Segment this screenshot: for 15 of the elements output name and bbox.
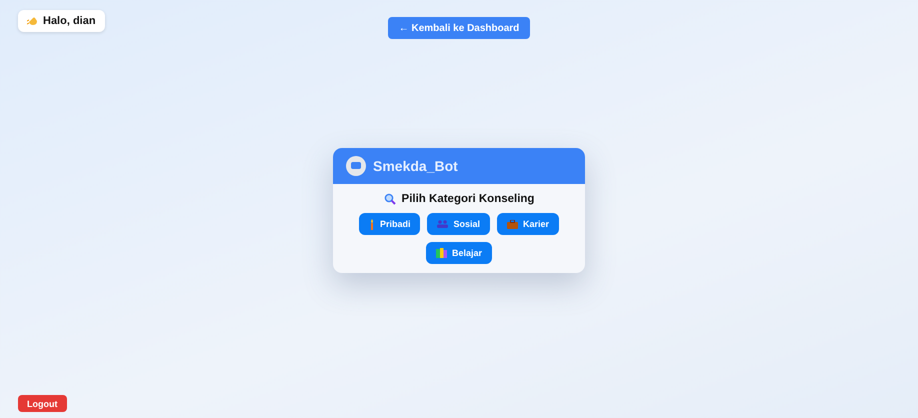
- candle-icon: [368, 218, 375, 230]
- category-button[interactable]: Sosial: [427, 213, 490, 235]
- bot-name: Smekda_Bot: [373, 158, 458, 174]
- books-icon: [436, 248, 447, 258]
- category-button[interactable]: Karier: [497, 213, 560, 235]
- category-prompt: Pilih Kategori Konseling: [402, 193, 534, 205]
- greeting-text: Halo, dian: [43, 15, 96, 27]
- briefcase-icon: [507, 220, 518, 228]
- chat-bubble-icon: [346, 156, 366, 176]
- search-icon: [384, 193, 396, 205]
- category-button[interactable]: Pribadi: [358, 213, 420, 235]
- logout-button[interactable]: Logout: [18, 395, 66, 412]
- category-button[interactable]: Belajar: [426, 242, 492, 264]
- back-to-dashboard-button[interactable]: ← Kembali ke Dashboard: [388, 17, 530, 39]
- people-icon: [437, 220, 448, 228]
